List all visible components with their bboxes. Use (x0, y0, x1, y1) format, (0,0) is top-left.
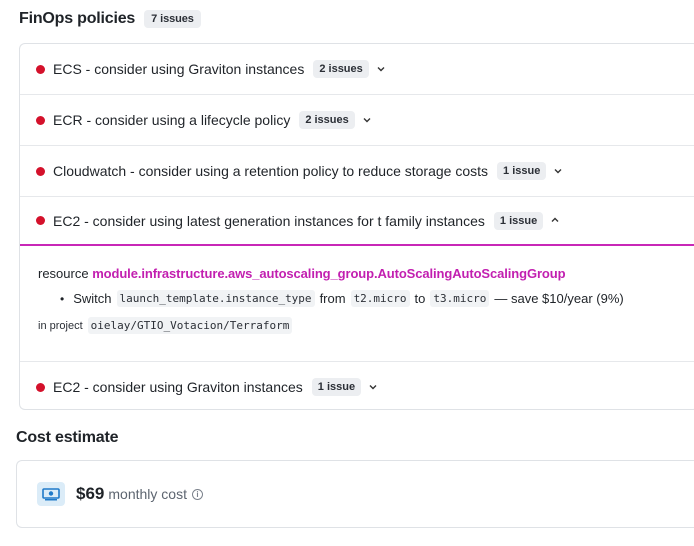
project-line: in project oielay/GTIO_Votacion/Terrafor… (38, 317, 694, 334)
chevron-down-icon[interactable] (363, 115, 371, 126)
savings-text: — save $10/year (9%) (494, 291, 624, 306)
policy-label: ECR - consider using a lifecycle policy (53, 112, 291, 128)
error-status-dot (36, 216, 45, 225)
info-icon[interactable]: i (191, 488, 203, 500)
issue-count-badge: 7 issues (144, 10, 201, 28)
policy-issue-badge: 1 issue (493, 211, 544, 230)
policy-detail-panel: resource module.infrastructure.aws_autos… (20, 246, 694, 362)
finops-header: FinOps policies 7 issues (19, 10, 201, 28)
to-word: to (414, 291, 426, 306)
policy-issue-badge: 2 issues (313, 60, 369, 78)
finops-panel: FinOps policies 7 issues ECS - consider … (0, 0, 694, 546)
cost-estimate-card: $69 monthly cost i (16, 460, 694, 528)
resource-prefix: resource (38, 266, 89, 281)
policy-list: ECS - consider using Graviton instances … (19, 43, 694, 410)
policy-issue-badge: 1 issue (497, 162, 547, 180)
cost-estimate-title: Cost estimate (16, 429, 119, 446)
error-status-dot (36, 64, 45, 74)
monthly-cost-label: monthly cost (108, 486, 187, 502)
resource-line: resource module.infrastructure.aws_autos… (38, 266, 694, 281)
policy-row-ecr-lifecycle[interactable]: ECR - consider using a lifecycle policy … (20, 95, 694, 146)
monthly-cost-amount: $69 (76, 484, 105, 503)
policy-row-ec2-graviton[interactable]: EC2 - consider using Graviton instances … (20, 362, 694, 409)
from-word: from (319, 291, 346, 306)
policy-row-ecs-graviton[interactable]: ECS - consider using Graviton instances … (20, 44, 694, 95)
policy-issue-badge: 2 issues (299, 111, 355, 129)
policy-label: EC2 - consider using Graviton instances (53, 379, 303, 395)
money-icon (37, 482, 65, 506)
resource-link[interactable]: module.infrastructure.aws_autoscaling_gr… (92, 266, 565, 281)
policy-row-ec2-latest-generation[interactable]: EC2 - consider using latest generation i… (20, 197, 694, 246)
error-status-dot (36, 382, 45, 392)
section-title: FinOps policies (19, 10, 136, 27)
bullet-marker: • (60, 291, 65, 306)
policy-row-cloudwatch-retention[interactable]: Cloudwatch - consider using a retention … (20, 146, 694, 197)
policy-label: ECS - consider using Graviton instances (53, 61, 305, 77)
to-value-code: t3.micro (430, 290, 490, 307)
error-status-dot (36, 115, 45, 125)
policy-label: EC2 - consider using latest generation i… (53, 212, 485, 229)
project-prefix: in project (38, 319, 83, 332)
switch-word: Switch (73, 291, 112, 306)
error-status-dot (36, 166, 45, 176)
field-code: launch_template.instance_type (116, 290, 315, 307)
chevron-down-icon[interactable] (554, 166, 562, 177)
from-value-code: t2.micro (350, 290, 410, 307)
chevron-down-icon[interactable] (369, 382, 377, 393)
project-path-code: oielay/GTIO_Votacion/Terraform (87, 317, 293, 334)
chevron-down-icon[interactable] (377, 64, 385, 75)
policy-label: Cloudwatch - consider using a retention … (53, 163, 489, 179)
chevron-up-icon[interactable] (551, 215, 559, 226)
policy-issue-badge: 1 issue (311, 378, 362, 396)
recommendation-item: • Switch launch_template.instance_type f… (60, 290, 694, 307)
